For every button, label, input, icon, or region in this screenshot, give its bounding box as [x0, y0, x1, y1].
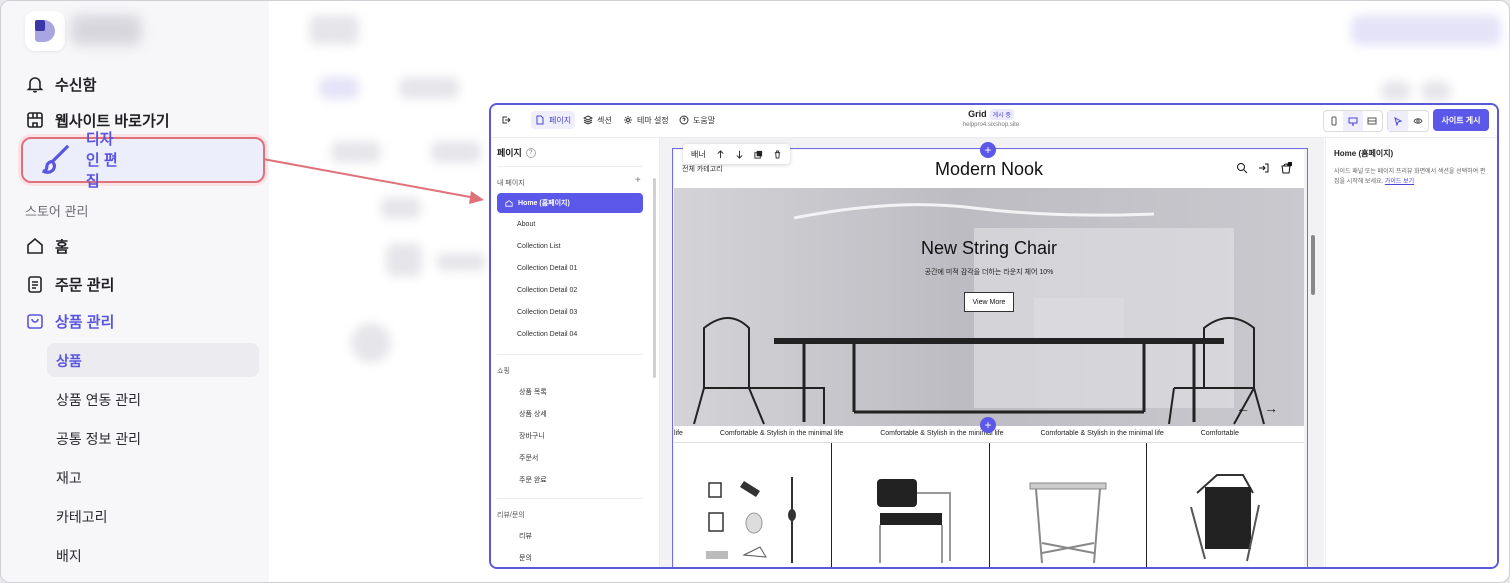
page-item[interactable]: 주문 완료: [519, 475, 547, 485]
divider: [497, 354, 643, 355]
home-icon: [505, 200, 513, 207]
search-icon[interactable]: [1236, 162, 1248, 174]
section-name: 배너: [691, 149, 706, 159]
duplicate-icon[interactable]: [754, 150, 763, 159]
site-preview[interactable]: 전체 카테고리 Modern Nook New String Chair 공간에…: [674, 150, 1304, 567]
desktop-view-button[interactable]: [1343, 111, 1363, 131]
group-label-my-pages: 내 페이지: [497, 180, 525, 187]
preview-button[interactable]: [1408, 111, 1428, 131]
page-item[interactable]: Collection Detail 02: [517, 287, 577, 294]
product-image-table: [1029, 482, 1106, 564]
marquee-item: Comfortable & Stylish in the minimal lif…: [1040, 430, 1164, 437]
site-name: Grid: [968, 109, 987, 119]
add-page-button[interactable]: +: [635, 175, 641, 186]
full-view-button[interactable]: [1363, 111, 1382, 131]
pages-scrollbar[interactable]: [653, 178, 656, 378]
page-item-home[interactable]: Home (홈페이지): [497, 193, 643, 213]
cart-icon[interactable]: [1280, 162, 1292, 174]
marquee-item: Comfortable & Stylish in the minimal lif…: [719, 430, 844, 437]
login-icon[interactable]: [1258, 162, 1270, 174]
page-item[interactable]: Collection Detail 01: [517, 265, 577, 272]
page-item[interactable]: 문의: [519, 553, 532, 563]
page-item[interactable]: Collection Detail 03: [517, 309, 577, 316]
arrow-up-icon[interactable]: [716, 149, 725, 159]
exit-button[interactable]: [497, 111, 515, 129]
layout-icon: [1367, 117, 1377, 125]
view-more-button[interactable]: View More: [964, 292, 1014, 312]
editor-topbar: 페이지 섹션 테마 설정 도움말 Grid 게시 중 helppro4.sixsh…: [491, 105, 1497, 138]
product-card[interactable]: [1147, 443, 1304, 567]
tab-theme-settings[interactable]: 테마 설정: [619, 111, 673, 129]
add-section-button-middle[interactable]: +: [980, 417, 996, 433]
page-item[interactable]: About: [517, 221, 535, 228]
product-image-accessories: [706, 477, 796, 563]
trash-icon[interactable]: [773, 149, 782, 159]
pages-panel-title: 페이지: [497, 148, 522, 158]
design-editor-window: 페이지 섹션 테마 설정 도움말 Grid 게시 중 helppro4.sixsh…: [489, 103, 1499, 569]
exit-icon: [502, 116, 511, 124]
page-item[interactable]: 주문서: [519, 453, 538, 463]
site-info: Grid 게시 중 helppro4.sixshop.site: [931, 109, 1051, 128]
inspector-title: Home (홈페이지): [1334, 149, 1394, 158]
status-badge: 게시 중: [989, 109, 1014, 120]
page-item[interactable]: 장바구니: [519, 431, 545, 441]
marquee-item: life: [674, 430, 683, 437]
gear-icon: [624, 116, 632, 124]
tab-section[interactable]: 섹션: [579, 111, 616, 129]
tab-help[interactable]: 도움말: [675, 111, 719, 129]
publish-site-button[interactable]: 사이트 게시: [1433, 109, 1489, 131]
mobile-icon: [1331, 116, 1337, 126]
group-label-shopping: 쇼핑: [497, 368, 510, 375]
page-item[interactable]: Collection List: [517, 243, 561, 250]
divider: [497, 166, 643, 167]
help-icon: [679, 115, 689, 125]
canvas-scrollbar[interactable]: [1311, 235, 1315, 295]
hero-title: New String Chair: [920, 238, 1058, 258]
arrow-down-icon[interactable]: [735, 150, 744, 159]
product-grid: [674, 443, 1304, 567]
group-label-review: 리뷰/문의: [497, 512, 525, 519]
page-icon: [536, 115, 544, 125]
cursor-select-icon: [1394, 117, 1403, 126]
layers-icon: [583, 115, 593, 125]
tab-pages[interactable]: 페이지: [531, 111, 576, 129]
product-card[interactable]: [989, 443, 1148, 567]
marquee-item: Comfortable: [1200, 430, 1239, 437]
page-item[interactable]: Collection Detail 04: [517, 331, 577, 338]
page-item[interactable]: 상품 상세: [519, 409, 547, 419]
divider: [497, 498, 643, 499]
product-image-chair: [876, 479, 951, 563]
page-item[interactable]: 리뷰: [519, 531, 532, 541]
slider-arrows[interactable]: ←→: [1236, 400, 1292, 416]
help-icon[interactable]: ?: [525, 147, 536, 158]
product-card[interactable]: [674, 443, 832, 567]
mobile-view-button[interactable]: [1324, 111, 1343, 131]
page-item[interactable]: 상품 목록: [519, 387, 547, 397]
select-mode-button[interactable]: [1388, 111, 1408, 131]
site-url[interactable]: helppro4.sixshop.site: [931, 122, 1051, 128]
product-image-rack: [1190, 474, 1261, 562]
product-card[interactable]: [831, 443, 990, 567]
guide-link[interactable]: 가이드 보기: [1385, 179, 1414, 185]
mode-toggle: [1387, 110, 1429, 132]
hero-banner[interactable]: New String Chair 공간에 미적 감각을 더하는 라운지 체어 1…: [674, 188, 1304, 426]
app-window: 수신함 웹사이트 바로가기 디자인 편집 스토어 관리 홈 주문 관리 상품 관…: [0, 0, 1510, 583]
section-toolbar: 배너: [683, 144, 790, 164]
desktop-icon: [1348, 117, 1358, 126]
inspector-panel: Home (홈페이지) 사이드 패널 또는 페이지 프리뷰 화면에서 섹션을 선…: [1325, 138, 1497, 567]
pages-panel: 페이지 ? 내 페이지 + Home (홈페이지) About Collecti…: [491, 138, 660, 567]
hero-subtitle: 공간에 미적 감각을 더하는 라운지 체어 10%: [924, 269, 1054, 276]
device-toggle: [1323, 110, 1383, 132]
eye-icon: [1413, 118, 1423, 124]
add-section-button-top[interactable]: +: [980, 142, 996, 158]
